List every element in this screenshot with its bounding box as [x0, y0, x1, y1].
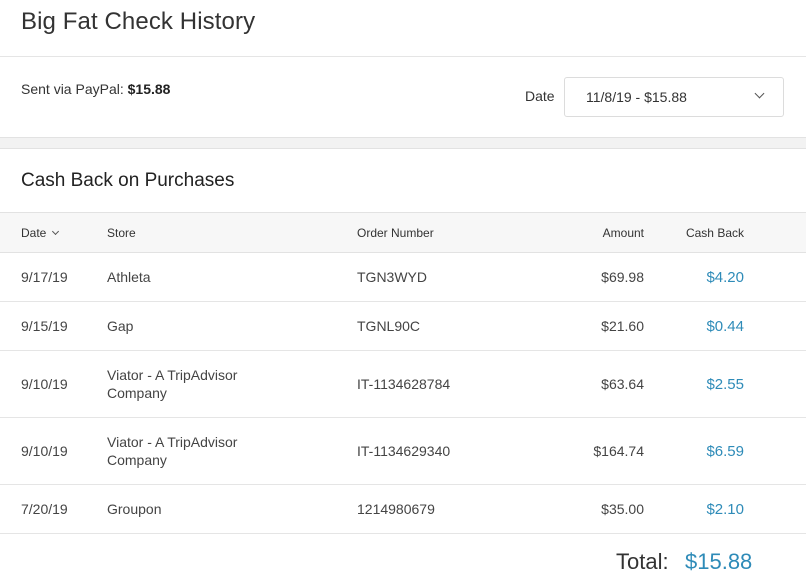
sent-via-paypal: Sent via PayPal: $15.88 — [21, 81, 170, 97]
row-order-number: IT-1134628784 — [357, 376, 451, 392]
row-amount: $35.00 — [601, 501, 644, 517]
row-date: 9/17/19 — [21, 269, 68, 285]
page-header: Big Fat Check History — [0, 0, 806, 57]
row-amount: $164.74 — [593, 443, 644, 459]
row-date: 9/15/19 — [21, 318, 68, 334]
row-cash-back: $2.55 — [706, 375, 744, 393]
page-title: Big Fat Check History — [21, 8, 256, 35]
column-header-order-number: Order Number — [357, 225, 434, 240]
column-header-date[interactable]: Date — [0, 213, 107, 253]
section-title: Cash Back on Purchases — [21, 170, 235, 191]
row-date: 7/20/19 — [21, 501, 68, 517]
chevron-down-icon — [754, 88, 765, 99]
row-order-number: TGNL90C — [357, 318, 421, 334]
column-header-amount: Amount — [602, 225, 644, 240]
table-row: 9/10/19 Viator - A TripAdvisor Company IT… — [0, 351, 806, 418]
total-row: Total: $15.88 — [0, 549, 806, 579]
row-cash-back: $2.10 — [706, 500, 744, 518]
row-order-number: TGN3WYD — [357, 269, 427, 285]
total-label: Total: — [616, 549, 669, 574]
row-store: Gap — [107, 318, 134, 334]
date-label: Date — [525, 88, 555, 104]
row-date: 9/10/19 — [21, 376, 68, 392]
table-row: 9/15/19 Gap TGNL90C $21.60 $0.44 — [0, 302, 806, 351]
table-row: 7/20/19 Groupon 1214980679 $35.00 $2.10 — [0, 485, 806, 534]
row-store: Athleta — [107, 269, 151, 285]
date-dropdown-value: 11/8/19 - $15.88 — [586, 89, 687, 105]
date-dropdown[interactable]: 11/8/19 - $15.88 — [564, 77, 784, 117]
row-amount: $69.98 — [601, 269, 644, 285]
table-header-row: Date Store Order Number Amount Cash Back — [0, 212, 806, 253]
total-value: $15.88 — [685, 549, 753, 574]
check-summary: Sent via PayPal: $15.88 Date 11/8/19 - $… — [0, 57, 806, 137]
row-amount: $63.64 — [601, 376, 644, 392]
row-date: 9/10/19 — [21, 443, 68, 459]
table-row: 9/17/19 Athleta TGN3WYD $69.98 $4.20 — [0, 253, 806, 302]
row-order-number: 1214980679 — [357, 501, 435, 517]
column-header-store: Store — [107, 225, 136, 240]
row-cash-back: $6.59 — [706, 442, 744, 460]
row-store: Viator - A TripAdvisor Company — [107, 434, 238, 468]
row-store: Viator - A TripAdvisor Company — [107, 367, 238, 401]
cash-back-table: Date Store Order Number Amount Cash Back… — [0, 212, 806, 534]
section-divider — [0, 137, 806, 149]
sort-chevron-icon — [52, 227, 60, 235]
row-cash-back: $4.20 — [706, 268, 744, 286]
sent-amount: $15.88 — [127, 81, 171, 97]
row-store: Groupon — [107, 501, 162, 517]
row-order-number: IT-1134629340 — [357, 443, 451, 459]
table-row: 9/10/19 Viator - A TripAdvisor Company IT… — [0, 418, 806, 485]
column-header-cash-back: Cash Back — [685, 225, 744, 240]
row-amount: $21.60 — [601, 318, 644, 334]
sent-label: Sent via PayPal: — [21, 81, 124, 97]
row-cash-back: $0.44 — [706, 317, 744, 335]
